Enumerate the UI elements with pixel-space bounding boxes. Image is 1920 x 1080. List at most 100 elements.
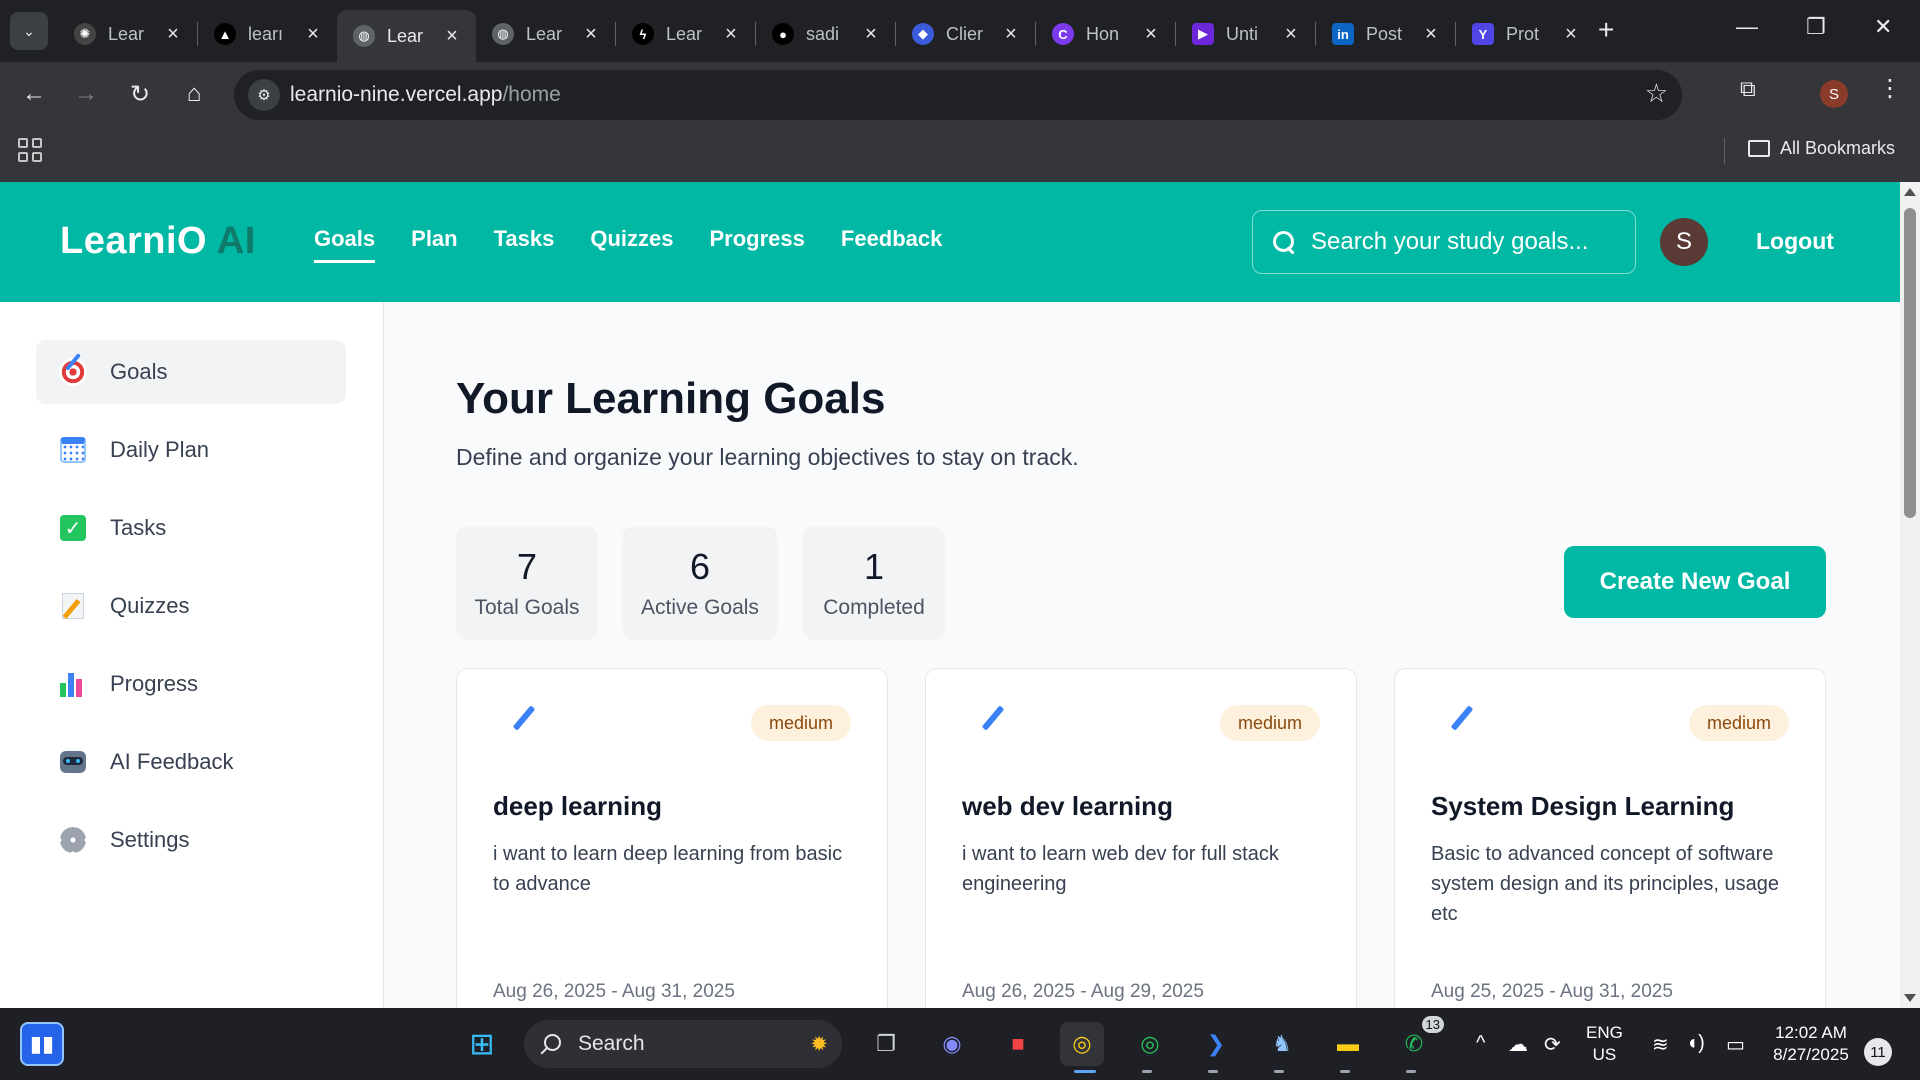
app-indicator [1208, 1070, 1218, 1073]
bar-chart-icon [58, 669, 88, 699]
browser-tab-5[interactable]: ● sadi × [756, 12, 895, 56]
vscode-icon[interactable]: ❯ [1194, 1022, 1238, 1066]
close-icon[interactable]: × [1141, 23, 1161, 46]
browser-tab-7[interactable]: C Hon × [1036, 12, 1175, 56]
browser-tab-9[interactable]: in Post × [1316, 12, 1455, 56]
task-view-icon[interactable]: ❐ [864, 1022, 908, 1066]
nav-quizzes[interactable]: Quizzes [590, 226, 673, 263]
goal-card[interactable]: medium web dev learning i want to learn … [925, 668, 1357, 1008]
all-bookmarks-button[interactable]: All Bookmarks [1748, 138, 1895, 159]
browser-tab-2[interactable]: ◍ Lear × [337, 10, 476, 62]
close-icon[interactable]: × [1421, 23, 1441, 46]
sidebar-item-tasks[interactable]: ✓ Tasks [36, 496, 346, 560]
volume-icon[interactable]: ◖) [1686, 1032, 1705, 1055]
nav-goals[interactable]: Goals [314, 226, 376, 263]
address-bar[interactable]: ⚙ learnio-nine.vercel.app/home ☆ [234, 70, 1682, 120]
goal-title: web dev learning [962, 791, 1173, 821]
extensions-icon[interactable]: ⧉ [1740, 76, 1756, 102]
close-icon[interactable]: × [303, 23, 323, 46]
close-icon[interactable]: × [721, 23, 741, 46]
close-icon[interactable]: × [163, 23, 183, 46]
sidebar-item-progress[interactable]: Progress [36, 652, 346, 716]
restore-button[interactable]: ❐ [1806, 14, 1826, 40]
goal-title: System Design Learning [1431, 791, 1735, 821]
whatsapp-icon[interactable]: ✆ 13 [1392, 1016, 1444, 1066]
forward-button[interactable]: → [68, 76, 104, 112]
close-icon[interactable]: × [581, 23, 601, 46]
browser-tab-6[interactable]: ◆ Clier × [896, 12, 1035, 56]
nav-progress[interactable]: Progress [710, 226, 805, 263]
home-icon: ⌂ [186, 80, 202, 107]
browser-tab-1[interactable]: ▲ learı × [198, 12, 337, 56]
battery-icon[interactable]: ▭ [1726, 1032, 1745, 1057]
sidebar-item-goals[interactable]: Goals [36, 340, 346, 404]
apps-grid-icon[interactable] [18, 138, 42, 162]
close-icon[interactable]: × [861, 23, 881, 46]
onedrive-icon[interactable]: ☁ [1508, 1032, 1528, 1057]
sidebar-item-quizzes[interactable]: Quizzes [36, 574, 346, 638]
chrome-profile-icon[interactable]: ◎ [1060, 1022, 1104, 1066]
page-scrollbar[interactable] [1900, 182, 1920, 1008]
reload-icon: ↻ [129, 80, 151, 108]
language-indicator[interactable]: ENG US [1586, 1022, 1623, 1066]
reload-button[interactable]: ↻ [122, 76, 158, 112]
folder-icon [1748, 140, 1770, 157]
close-icon[interactable]: × [1561, 23, 1581, 46]
browser-tab-10[interactable]: Y Prot × [1456, 12, 1595, 56]
close-icon[interactable]: × [1281, 23, 1301, 46]
browser-tab-0[interactable]: ✺ Lear × [58, 12, 197, 56]
bookmark-star-icon[interactable]: ☆ [1645, 78, 1668, 109]
clock[interactable]: 12:02 AM 8/27/2025 [1768, 1022, 1854, 1066]
office-icon[interactable]: ■ [996, 1022, 1040, 1066]
search-input[interactable] [1311, 228, 1611, 256]
chrome-icon[interactable]: ◎ [1128, 1022, 1172, 1066]
nav-feedback[interactable]: Feedback [841, 226, 943, 263]
sync-icon[interactable]: ⟳ [1544, 1032, 1561, 1057]
sidebar-item-settings[interactable]: Settings [36, 808, 346, 872]
chevron-up-icon[interactable]: ^ [1476, 1032, 1485, 1055]
postgres-icon[interactable]: ♞ [1260, 1022, 1304, 1066]
close-icon[interactable]: × [442, 25, 462, 48]
taskbar-search[interactable]: Search ✹ [524, 1020, 842, 1068]
sidebar: Goals Daily Plan ✓ Tasks Quizzes Progres… [0, 302, 384, 1008]
url-text[interactable]: learnio-nine.vercel.app/home [290, 83, 561, 107]
app-logo[interactable]: LearniO AI [60, 220, 256, 263]
site-settings-icon[interactable]: ⚙ [248, 79, 280, 111]
goal-title: deep learning [493, 791, 663, 821]
browser-tab-3[interactable]: ◍ Lear × [476, 12, 615, 56]
tab-search-button[interactable]: ⌄ [10, 12, 48, 50]
stat-total-goals: 7 Total Goals [456, 526, 598, 640]
scroll-down-icon[interactable] [1904, 994, 1916, 1002]
logout-button[interactable]: Logout [1756, 228, 1834, 255]
scroll-up-icon[interactable] [1904, 188, 1916, 196]
browser-profile-avatar[interactable]: S [1820, 80, 1848, 108]
file-explorer-icon[interactable]: ▬ [1326, 1022, 1370, 1066]
chat-icon[interactable]: ◉ [930, 1022, 974, 1066]
notification-badge[interactable]: 11 [1864, 1038, 1892, 1066]
goal-search[interactable] [1252, 210, 1636, 274]
home-button[interactable]: ⌂ [176, 76, 212, 112]
close-icon[interactable]: × [1001, 23, 1021, 46]
sidebar-item-ai-feedback[interactable]: AI Feedback [36, 730, 346, 794]
create-new-goal-button[interactable]: Create New Goal [1564, 546, 1826, 618]
target-icon [58, 357, 88, 387]
user-avatar[interactable]: S [1660, 218, 1708, 266]
scrollbar-thumb[interactable] [1904, 208, 1916, 518]
browser-toolbar: ← → ↻ ⌂ ⚙ learnio-nine.vercel.app/home ☆ [0, 62, 1920, 126]
new-tab-button[interactable]: + [1598, 16, 1614, 44]
close-window-button[interactable]: ✕ [1874, 14, 1892, 40]
nav-tasks[interactable]: Tasks [494, 226, 555, 263]
back-button[interactable]: ← [16, 76, 52, 112]
goal-card[interactable]: medium deep learning i want to learn dee… [456, 668, 888, 1008]
wifi-icon[interactable]: ≋ [1652, 1032, 1669, 1057]
browser-tab-8[interactable]: ▶ Unti × [1176, 12, 1315, 56]
nav-plan[interactable]: Plan [411, 226, 457, 263]
windows-start-icon[interactable]: ⊞ [460, 1022, 504, 1066]
goal-card[interactable]: medium System Design Learning Basic to a… [1394, 668, 1826, 1008]
widgets-icon[interactable]: ▮▮ [20, 1022, 64, 1066]
browser-menu-icon[interactable]: ⋮ [1878, 74, 1902, 103]
goal-dates: Aug 25, 2025 - Aug 31, 2025 [1431, 981, 1673, 1002]
minimize-button[interactable]: — [1736, 14, 1758, 40]
sidebar-item-daily-plan[interactable]: Daily Plan [36, 418, 346, 482]
browser-tab-4[interactable]: ϟ Lear × [616, 12, 755, 56]
